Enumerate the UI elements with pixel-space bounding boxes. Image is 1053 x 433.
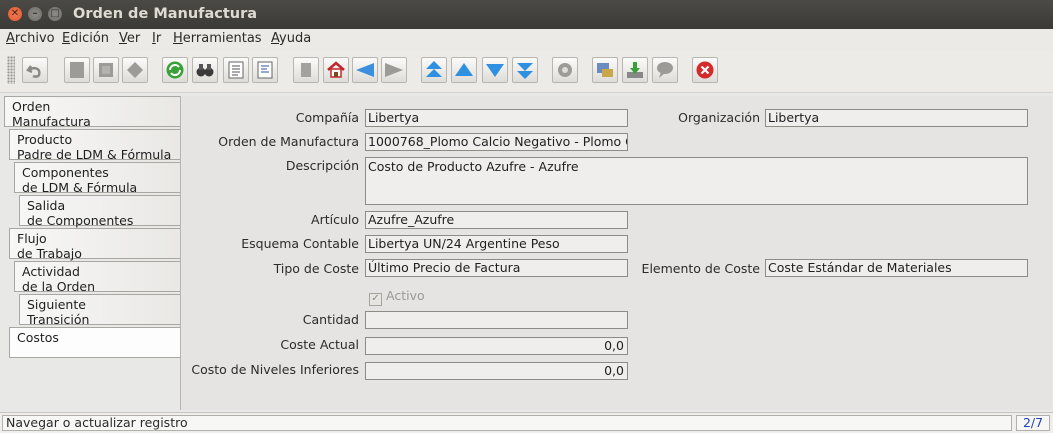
undo-icon[interactable] <box>22 57 48 83</box>
label-articulo: Artículo <box>311 212 359 227</box>
window-title: Orden de Manufactura <box>73 6 258 22</box>
tab-salida-componentes[interactable]: Salida de Componentes <box>19 195 181 228</box>
label-compania: Compañía <box>295 110 359 125</box>
window-minimize-icon[interactable]: – <box>28 7 42 21</box>
menu-ayuda[interactable]: Ayuda <box>271 31 311 46</box>
checkmark-icon: ✓ <box>369 293 382 306</box>
tab-label: Padre de LDM & Fórmula <box>17 147 172 162</box>
tipo-coste-field[interactable]: Último Precio de Factura <box>365 259 628 277</box>
first-record-icon[interactable] <box>421 57 447 83</box>
tab-siguiente-transicion[interactable]: Siguiente Transición <box>19 294 181 327</box>
elemento-coste-field[interactable]: Coste Estándar de Materiales <box>765 259 1028 277</box>
attachment-icon[interactable] <box>293 57 319 83</box>
back-icon[interactable] <box>352 57 378 83</box>
activo-checkbox[interactable]: ✓ Activo <box>369 288 425 306</box>
label-tipo-coste: Tipo de Coste <box>273 261 359 276</box>
tab-producto-padre[interactable]: Producto Padre de LDM & Fórmula <box>9 129 181 162</box>
status-message: Navegar o actualizar registro <box>2 415 1012 431</box>
delete-record-icon[interactable] <box>122 57 148 83</box>
tab-label: Actividad <box>22 264 80 279</box>
refresh-icon[interactable] <box>162 57 188 83</box>
menu-bar: Archivo Edición Ver Ir Herramientas Ayud… <box>0 29 1053 49</box>
toolbar <box>0 50 1053 93</box>
tab-label: Flujo <box>17 231 47 246</box>
tab-label: Costos <box>17 330 59 345</box>
process-gear-icon[interactable] <box>552 57 578 83</box>
forward-icon[interactable] <box>381 57 407 83</box>
menu-ir[interactable]: Ir <box>152 31 161 46</box>
articulo-field[interactable]: Azufre_Azufre <box>365 211 628 229</box>
activo-label: Activo <box>386 288 425 303</box>
previous-record-icon[interactable] <box>451 57 477 83</box>
descripcion-field[interactable]: Costo de Producto Azufre - Azufre <box>365 157 1028 205</box>
find-icon[interactable] <box>192 57 218 83</box>
label-organizacion: Organización <box>678 110 760 125</box>
coste-niveles-inferiores-field[interactable]: 0,0 <box>365 362 628 380</box>
copy-record-icon[interactable] <box>93 57 119 83</box>
organizacion-field[interactable]: Libertya <box>765 109 1028 127</box>
tab-label: de Trabajo <box>17 246 82 261</box>
title-bar: ✕ – □ Orden de Manufactura <box>0 0 1053 29</box>
tab-label: Transición <box>27 312 90 327</box>
tab-componentes[interactable]: Componentes de LDM & Fórmula <box>14 162 181 195</box>
label-elemento-coste: Elemento de Coste <box>641 261 760 276</box>
coste-actual-field[interactable]: 0,0 <box>365 337 628 355</box>
close-window-icon[interactable] <box>692 57 718 83</box>
next-record-icon[interactable] <box>482 57 508 83</box>
tab-label: Orden <box>12 99 51 114</box>
label-descripcion: Descripción <box>285 158 359 173</box>
menu-archivo[interactable]: Archivo <box>6 31 55 46</box>
tab-label: de la Orden <box>22 279 96 294</box>
tab-label: Siguiente <box>27 297 86 312</box>
menu-herramientas[interactable]: Herramientas <box>173 31 262 46</box>
tab-label: Componentes <box>22 165 109 180</box>
label-esquema-contable: Esquema Contable <box>241 236 359 251</box>
export-icon[interactable] <box>622 57 648 83</box>
home-icon[interactable] <box>323 57 349 83</box>
tab-actividad-orden[interactable]: Actividad de la Orden <box>14 261 181 294</box>
tab-flujo-trabajo[interactable]: Flujo de Trabajo <box>9 228 181 261</box>
new-record-icon[interactable] <box>64 57 90 83</box>
window-maximize-icon[interactable]: □ <box>48 7 62 21</box>
menu-ver[interactable]: Ver <box>119 31 140 46</box>
tab-label: de Componentes <box>27 213 134 228</box>
record-counter[interactable]: 2/7 <box>1016 415 1050 431</box>
cantidad-field[interactable] <box>365 311 628 329</box>
menu-edicion[interactable]: Edición <box>62 31 109 46</box>
chat-icon[interactable] <box>652 57 678 83</box>
tab-label: Salida <box>27 198 66 213</box>
print-icon[interactable] <box>592 57 618 83</box>
tab-orden-manufactura[interactable]: Orden Manufactura <box>4 96 181 129</box>
esquema-contable-field[interactable]: Libertya UN/24 Argentine Peso <box>365 235 628 253</box>
orden-manufactura-field[interactable]: 1000768_Plomo Calcio Negativo - Plomo Ca… <box>365 133 628 151</box>
tab-label: de LDM & Fórmula <box>22 180 138 195</box>
label-coste-niveles-inferiores: Costo de Niveles Inferiores <box>191 362 359 377</box>
tab-label: Manufactura <box>12 114 91 129</box>
status-bar: Navegar o actualizar registro 2/7 <box>0 412 1053 433</box>
tab-list: Orden Manufactura Producto Padre de LDM … <box>0 96 181 412</box>
detail-icon[interactable] <box>252 57 278 83</box>
window-close-icon[interactable]: ✕ <box>8 7 22 21</box>
toolbar-grip[interactable] <box>7 56 15 84</box>
tab-costos[interactable]: Costos <box>9 327 181 358</box>
compania-field[interactable]: Libertya <box>365 109 628 127</box>
report-icon[interactable] <box>223 57 249 83</box>
label-cantidad: Cantidad <box>302 312 359 327</box>
tab-label: Producto <box>17 132 73 147</box>
label-coste-actual: Coste Actual <box>280 337 359 352</box>
label-orden-manufactura: Orden de Manufactura <box>218 134 359 149</box>
last-record-icon[interactable] <box>512 57 538 83</box>
